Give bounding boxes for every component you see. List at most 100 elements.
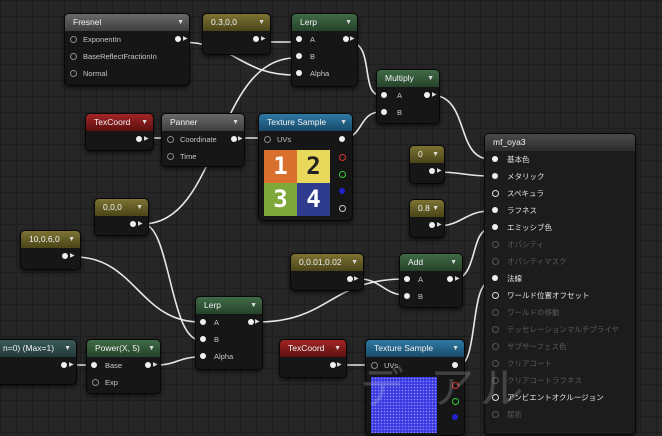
power-node[interactable]: Power(X, 5) ▼ Base ▶ Exp <box>86 339 161 394</box>
input-pin-icon[interactable] <box>91 362 97 368</box>
texcoord-bottom-node[interactable]: TexCoord ▼ ▶ <box>279 339 347 378</box>
node-header[interactable]: mf_oya3 <box>485 134 635 151</box>
output-pin-icon[interactable] <box>447 276 453 282</box>
lerp-bottom-node[interactable]: Lerp ▼ A ▶ B Alpha <box>195 296 263 370</box>
input-pin-icon[interactable] <box>200 336 206 342</box>
pin-row-a[interactable]: A ▶ <box>400 271 462 288</box>
output-pin-icon[interactable] <box>330 362 336 368</box>
node-header[interactable]: 0.3,0,0 ▼ <box>203 14 270 31</box>
input-pin-icon[interactable] <box>492 394 499 401</box>
input-pin-icon[interactable] <box>492 173 498 179</box>
input-pin-icon[interactable] <box>200 319 206 325</box>
constant-000-node[interactable]: 0,0,0 ▼ ▶ <box>94 198 149 236</box>
node-header[interactable]: 0.8 ▼ <box>410 200 444 217</box>
pin-row-coordinate[interactable]: Coordinate ▶ <box>162 131 244 148</box>
pin-row-exp[interactable]: Exp <box>87 374 160 391</box>
input-pin-icon[interactable] <box>167 136 174 143</box>
material-pin-emissive[interactable]: エミッシブ色 <box>485 219 635 236</box>
material-pin-tessellation[interactable]: テッセレーションマルチプライヤ <box>485 321 635 338</box>
node-header[interactable]: TexCoord ▼ <box>86 114 153 131</box>
node-header[interactable]: Lerp ▼ <box>292 14 357 31</box>
clamp-node[interactable]: n=0) (Max=1) ▼ ▶ <box>0 339 77 385</box>
material-pin-specular[interactable]: スペキュラ <box>485 185 635 202</box>
output-pin-icon[interactable] <box>136 136 142 142</box>
material-pin-ao[interactable]: アンビエントオクルージョン <box>485 389 635 406</box>
material-pin-subsurface[interactable]: サブサーフェス色 <box>485 338 635 355</box>
output-pin-icon[interactable] <box>61 362 67 368</box>
chevron-down-icon[interactable]: ▼ <box>450 254 457 271</box>
material-pin-clearcoat[interactable]: クリアコート <box>485 355 635 372</box>
input-pin-icon[interactable] <box>381 92 387 98</box>
chevron-down-icon[interactable]: ▼ <box>148 340 155 357</box>
input-pin-icon[interactable] <box>404 293 410 299</box>
input-pin-icon[interactable] <box>296 53 302 59</box>
chevron-down-icon[interactable]: ▼ <box>427 70 434 87</box>
output-pin-icon[interactable] <box>175 36 181 42</box>
constant-small-node[interactable]: 0,0.01,0.02 ▼ ▶ <box>290 253 364 291</box>
constant-08-node[interactable]: 0.8 ▼ ▶ <box>409 199 445 238</box>
output-pin-icon[interactable] <box>343 36 349 42</box>
fresnel-node[interactable]: Fresnel ▼ ExponentIn ▶ BaseReflectFraction… <box>64 13 190 86</box>
chevron-down-icon[interactable]: ▼ <box>334 340 341 357</box>
pin-row-normal[interactable]: Normal <box>65 65 189 82</box>
pin-row-b[interactable]: B <box>196 331 262 348</box>
chevron-down-icon[interactable]: ▼ <box>345 14 352 31</box>
chevron-down-icon[interactable]: ▼ <box>64 340 71 357</box>
material-pin-clearcoatroughness[interactable]: クリアコートラフネス <box>485 372 635 389</box>
output-pin-icon[interactable] <box>347 276 353 282</box>
node-header[interactable]: 10,0.6,0 ▼ <box>21 231 80 248</box>
pin-row-a[interactable]: A ▶ <box>377 87 439 104</box>
material-pin-metallic[interactable]: メタリック <box>485 168 635 185</box>
pin-row-out[interactable]: ▶ <box>86 131 153 148</box>
node-header[interactable]: Panner ▼ <box>162 114 244 131</box>
chevron-down-icon[interactable]: ▼ <box>177 14 184 31</box>
node-header[interactable]: Multiply ▼ <box>377 70 439 87</box>
output-pin-icon[interactable] <box>429 222 435 228</box>
pin-row-out[interactable]: ▶ <box>21 248 80 265</box>
chevron-down-icon[interactable]: ▼ <box>232 114 239 131</box>
constant-0-node[interactable]: 0 ▼ ▶ <box>409 145 445 184</box>
output-pin-icon[interactable] <box>452 362 458 368</box>
pin-row-base[interactable]: Base ▶ <box>87 357 160 374</box>
pin-row-uvs[interactable]: UVs <box>366 357 464 374</box>
output-pin-b-icon[interactable] <box>452 414 458 420</box>
pin-row-basereflect[interactable]: BaseReflectFractionIn <box>65 48 189 65</box>
material-output-node[interactable]: mf_oya3 基本色 メタリック スペキュラ ラフネス エミッシブ色 オパシテ… <box>484 133 636 435</box>
pin-row-out[interactable]: ▶ <box>291 271 363 288</box>
pin-row-alpha[interactable]: Alpha <box>196 348 262 365</box>
chevron-down-icon[interactable]: ▼ <box>141 114 148 131</box>
constant-030-node[interactable]: 0.3,0,0 ▼ ▶ <box>202 13 271 55</box>
pin-row-out[interactable]: ▶ <box>0 357 76 374</box>
output-pin-icon[interactable] <box>62 253 68 259</box>
texture-sample-top-node[interactable]: Texture Sample ▼ UVs 1 2 3 4 <box>258 113 353 221</box>
pin-row-time[interactable]: Time <box>162 148 244 165</box>
output-pin-icon[interactable] <box>253 36 259 42</box>
output-pin-a-icon[interactable] <box>339 205 346 212</box>
pin-row-out[interactable]: ▶ <box>95 216 148 233</box>
node-header[interactable]: Texture Sample ▼ <box>366 340 464 357</box>
input-pin-icon[interactable] <box>264 136 271 143</box>
pin-row-out[interactable]: ▶ <box>280 357 346 374</box>
output-pin-icon[interactable] <box>429 168 435 174</box>
material-pin-worlddisplacement[interactable]: ワールドの移動 <box>485 304 635 321</box>
pin-row-uvs[interactable]: UVs <box>259 131 352 148</box>
material-pin-opacitymask[interactable]: オパシティマスク <box>485 253 635 270</box>
output-pin-g-icon[interactable] <box>339 171 346 178</box>
chevron-down-icon[interactable]: ▼ <box>340 114 347 131</box>
input-pin-icon[interactable] <box>70 36 77 43</box>
lerp-top-node[interactable]: Lerp ▼ A ▶ B Alpha <box>291 13 358 87</box>
chevron-down-icon[interactable]: ▼ <box>351 254 358 271</box>
chevron-down-icon[interactable]: ▼ <box>432 200 439 217</box>
chevron-down-icon[interactable]: ▼ <box>68 231 75 248</box>
input-pin-icon[interactable] <box>404 276 410 282</box>
output-pin-g-icon[interactable] <box>452 398 459 405</box>
pin-row-out[interactable]: ▶ <box>410 163 444 180</box>
node-header[interactable]: Add ▼ <box>400 254 462 271</box>
node-header[interactable]: 0,0.01,0.02 ▼ <box>291 254 363 271</box>
output-pin-r-icon[interactable] <box>452 382 459 389</box>
texture-sample-bottom-node[interactable]: Texture Sample ▼ UVs <box>365 339 465 436</box>
output-pin-icon[interactable] <box>130 221 136 227</box>
input-pin-icon[interactable] <box>492 275 498 281</box>
input-pin-icon[interactable] <box>492 224 498 230</box>
input-pin-icon[interactable] <box>70 53 77 60</box>
